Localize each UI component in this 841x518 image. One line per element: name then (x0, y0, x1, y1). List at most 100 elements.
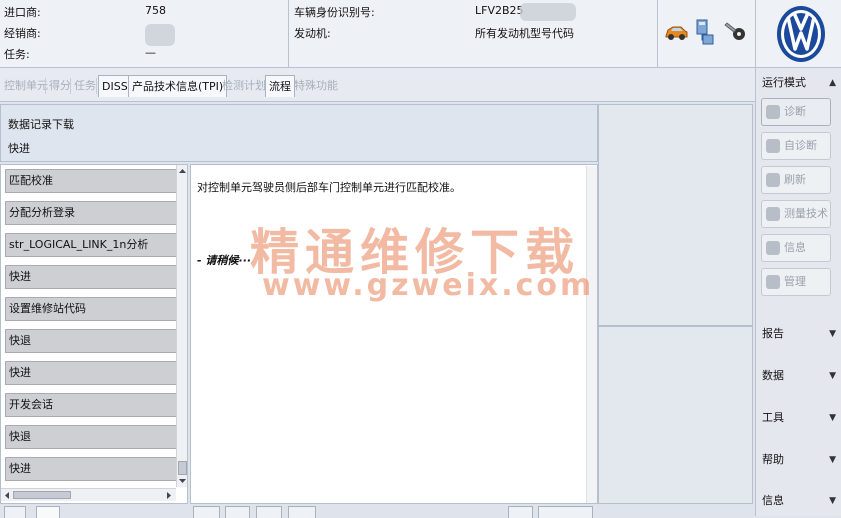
info-section-label: 信息 (762, 494, 784, 507)
diagnosis-label: 诊断 (784, 105, 806, 118)
watermark-url: www.gzweix.com (262, 268, 595, 303)
measurement-button[interactable]: 测量技术 (761, 200, 831, 228)
diagnosis-icon (766, 105, 780, 119)
toolbar-button-3[interactable] (193, 506, 220, 518)
run-mode-label: 运行模式 (762, 76, 806, 89)
engine-label: 发动机: (294, 27, 331, 40)
key-icon[interactable] (722, 22, 746, 42)
scroll-left-icon[interactable] (3, 491, 11, 500)
chevron-down-icon: ▼ (829, 371, 836, 381)
toolbar-button-4[interactable] (225, 506, 250, 518)
admin-button[interactable]: 管理 (761, 268, 831, 296)
self-diagnosis-icon (766, 139, 780, 153)
help-label: 帮助 (762, 453, 784, 466)
toolbar-button-7[interactable] (508, 506, 533, 518)
list-horizontal-scrollbar[interactable] (1, 488, 176, 501)
list-item[interactable]: 快进 (5, 457, 177, 481)
gauge-icon (766, 207, 780, 221)
chevron-down-icon: ▼ (829, 329, 836, 339)
dealer-value-redacted (145, 24, 175, 46)
text-scrollbar[interactable] (586, 166, 597, 503)
info-section[interactable]: 信息 ▼ (762, 490, 838, 512)
info-title: 数据记录下载 (8, 118, 74, 131)
list-item[interactable]: 快进 (5, 265, 177, 289)
list-item[interactable]: 快进 (5, 361, 177, 385)
header-divider (657, 0, 658, 68)
admin-icon (766, 275, 780, 289)
list-vertical-scrollbar[interactable] (176, 165, 187, 487)
info-panel: 数据记录下载 快进 (0, 104, 598, 162)
car-icon[interactable] (664, 22, 688, 42)
chevron-down-icon: ▼ (829, 496, 836, 506)
chevron-down-icon: ▼ (829, 413, 836, 423)
self-diagnosis-label: 自诊断 (784, 139, 817, 152)
step-list: 匹配校准 分配分析登录 str_LOGICAL_LINK_1n分析 快进 设置维… (0, 164, 188, 504)
detail-panel-bottom (598, 326, 753, 504)
instruction-text: 对控制单元驾驶员侧后部车门控制单元进行匹配校准。 (197, 181, 461, 194)
dealer-label: 经销商: (4, 27, 41, 40)
sidebar: 运行模式 ▲ 诊断 自诊断 刷新 测量技术 信息 管理 报告 ▼ 数据 ▼ 工具… (755, 68, 841, 516)
tools-section[interactable]: 工具 ▼ (762, 407, 838, 429)
info-subtitle: 快进 (8, 142, 30, 155)
chevron-down-icon: ▼ (829, 455, 836, 465)
tab-bar: 控制单元 得分 任务 DISS 产品技术信息(TPI) 检测计划 流程 特殊功能 (0, 68, 755, 102)
report-label: 报告 (762, 327, 784, 340)
tab-tasks[interactable]: 任务 (71, 75, 99, 97)
tab-test-plan[interactable]: 检测计划 (219, 75, 269, 97)
toolbar-button-5[interactable] (256, 506, 282, 518)
list-item[interactable]: 快退 (5, 329, 177, 353)
list-item[interactable]: 匹配校准 (5, 169, 177, 193)
info-label: 信息 (784, 241, 806, 254)
task-value: — (145, 46, 156, 59)
toolbar-button-8[interactable] (538, 506, 593, 518)
list-item[interactable]: 开发会话 (5, 393, 177, 417)
tools-label: 工具 (762, 411, 784, 424)
flash-label: 刷新 (784, 173, 806, 186)
toolbar-button-6[interactable] (288, 506, 316, 518)
tab-control-unit[interactable]: 控制单元 (1, 75, 51, 97)
scroll-thumb[interactable] (13, 491, 71, 499)
wait-text: - 请稍候··· (197, 254, 251, 267)
list-item[interactable]: 分配分析登录 (5, 201, 177, 225)
scroll-up-icon[interactable] (178, 167, 187, 175)
report-section[interactable]: 报告 ▼ (762, 323, 838, 345)
flash-button[interactable]: 刷新 (761, 166, 831, 194)
tab-tpi[interactable]: 产品技术信息(TPI) (128, 75, 228, 97)
tab-separator (96, 78, 97, 94)
run-mode-header[interactable]: 运行模式 ▲ (762, 72, 838, 94)
toolbar-button-1[interactable] (4, 506, 26, 518)
list-item[interactable]: 快退 (5, 425, 177, 449)
importer-value: 758 (145, 4, 166, 17)
engine-value: 所有发动机型号代码 (475, 27, 574, 40)
detail-panel-top (598, 104, 753, 326)
vin-label: 车辆身份识别号: (294, 6, 375, 19)
list-item[interactable]: 设置维修站代码 (5, 297, 177, 321)
info-button[interactable]: 信息 (761, 234, 831, 262)
header-divider (755, 0, 756, 68)
scroll-down-icon[interactable] (178, 477, 187, 485)
data-label: 数据 (762, 369, 784, 382)
tab-diss[interactable]: DISS (98, 75, 132, 97)
flash-icon (766, 173, 780, 187)
bottom-toolbar (0, 504, 755, 516)
help-section[interactable]: 帮助 ▼ (762, 449, 838, 471)
admin-label: 管理 (784, 275, 806, 288)
header-divider (288, 0, 289, 68)
vin-redacted (520, 3, 576, 21)
toolbar-button-2[interactable] (36, 506, 60, 518)
importer-label: 进口商: (4, 6, 41, 19)
self-diagnosis-button[interactable]: 自诊断 (761, 132, 831, 160)
data-section[interactable]: 数据 ▼ (762, 365, 838, 387)
vw-logo (777, 6, 825, 62)
measurement-label: 测量技术 (784, 207, 828, 220)
tab-special-functions[interactable]: 特殊功能 (291, 75, 341, 97)
diagnosis-button[interactable]: 诊断 (761, 98, 831, 126)
task-label: 任务: (4, 48, 30, 61)
header-bar: 进口商: 758 经销商: 任务: — 车辆身份识别号: LFV2B25 发动机… (0, 0, 841, 68)
network-icon[interactable] (695, 18, 715, 46)
list-item[interactable]: str_LOGICAL_LINK_1n分析 (5, 233, 177, 257)
info-icon (766, 241, 780, 255)
vin-value: LFV2B25 (475, 4, 524, 17)
scroll-right-icon[interactable] (165, 491, 173, 500)
scroll-thumb[interactable] (178, 461, 187, 475)
